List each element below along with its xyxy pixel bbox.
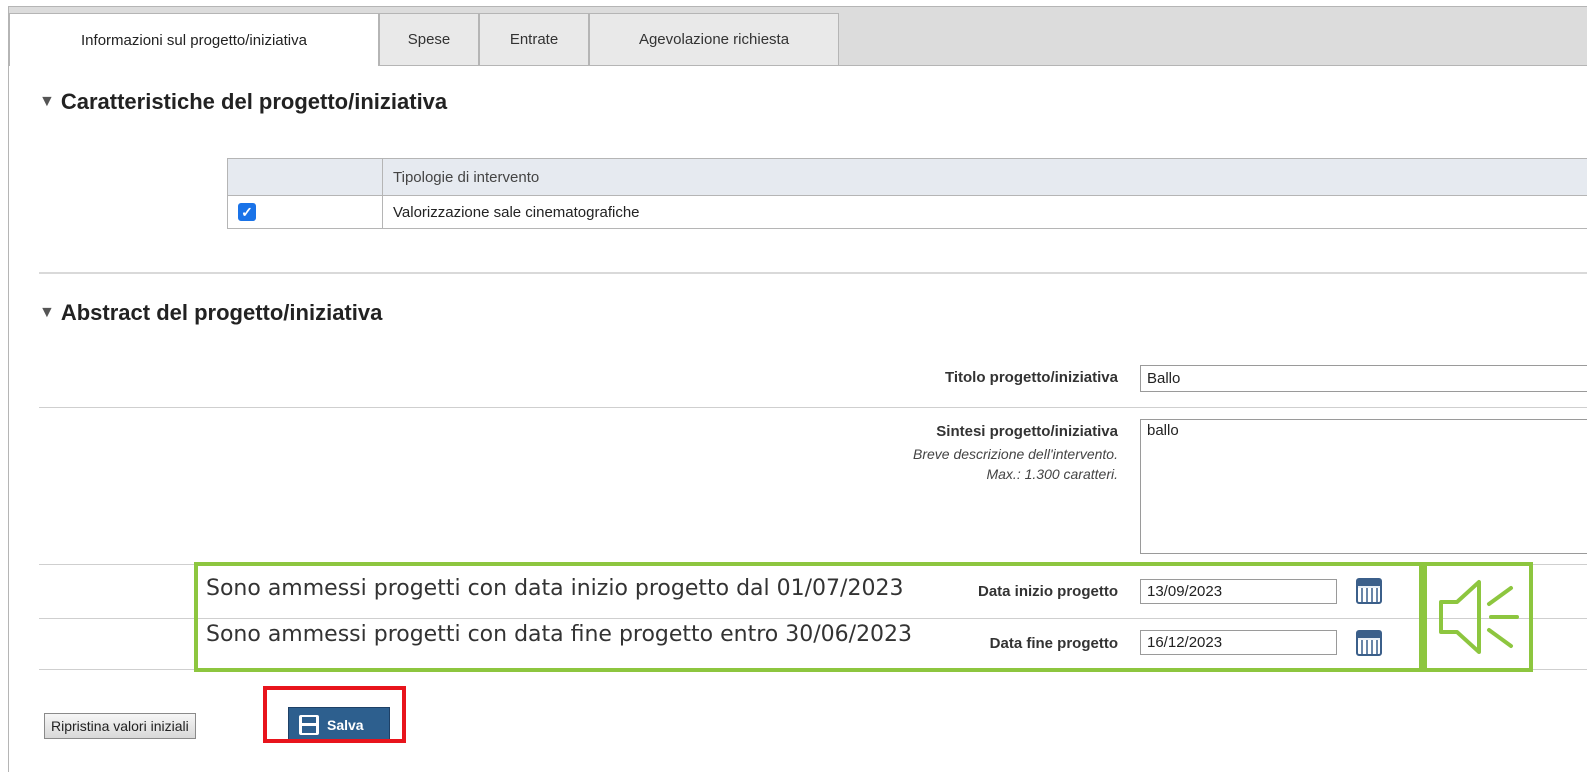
section-abstract-header[interactable]: ▼ Abstract del progetto/iniziativa <box>39 300 382 326</box>
titolo-label: Titolo progetto/iniziativa <box>945 369 1118 386</box>
note-data-fine: Sono ammessi progetti con data fine prog… <box>206 622 912 647</box>
divider <box>39 272 1587 274</box>
sintesi-hint: Breve descrizione dell'intervento. <box>913 444 1118 464</box>
tab-entrate[interactable]: Entrate <box>479 13 589 65</box>
checkbox-cell: ✓ <box>228 196 383 229</box>
table-cell: Valorizzazione sale cinematografiche <box>383 196 1587 229</box>
table-header-cell: Tipologie di intervento <box>383 159 1587 196</box>
table-header-row: Tipologie di intervento <box>228 159 1587 196</box>
date-annotation-box: Sono ammessi progetti con data inizio pr… <box>194 562 1423 672</box>
section-caratteristiche-header[interactable]: ▼ Caratteristiche del progetto/iniziativ… <box>39 89 447 115</box>
reset-button[interactable]: Ripristina valori iniziali <box>44 713 196 739</box>
tab-bar: Informazioni sul progetto/iniziativa Spe… <box>9 7 1587 66</box>
table-header-cell <box>228 159 383 196</box>
collapse-triangle-icon[interactable]: ▼ <box>39 304 55 322</box>
speaker-icon <box>1427 566 1529 668</box>
section-title: Caratteristiche del progetto/iniziativa <box>61 89 447 115</box>
tab-spese[interactable]: Spese <box>379 13 479 65</box>
note-data-inizio: Sono ammessi progetti con data inizio pr… <box>206 576 903 601</box>
table-row: ✓ Valorizzazione sale cinematografiche <box>228 196 1587 229</box>
sintesi-textarea[interactable]: ballo <box>1140 419 1587 554</box>
titolo-input[interactable] <box>1140 365 1587 392</box>
tipologie-table: Tipologie di intervento ✓ Valorizzazione… <box>227 158 1587 229</box>
sintesi-label: Sintesi progetto/iniziativa <box>936 423 1118 440</box>
collapse-triangle-icon[interactable]: ▼ <box>39 93 55 111</box>
section-title: Abstract del progetto/iniziativa <box>61 300 383 326</box>
sintesi-max-hint: Max.: 1.300 caratteri. <box>986 464 1118 484</box>
divider <box>39 407 1587 408</box>
check-icon[interactable]: ✓ <box>238 203 256 221</box>
tab-informazioni[interactable]: Informazioni sul progetto/iniziativa <box>9 13 379 66</box>
tab-agevolazione[interactable]: Agevolazione richiesta <box>589 13 839 65</box>
speaker-annotation-box <box>1423 562 1533 672</box>
save-highlight-box <box>263 686 406 743</box>
